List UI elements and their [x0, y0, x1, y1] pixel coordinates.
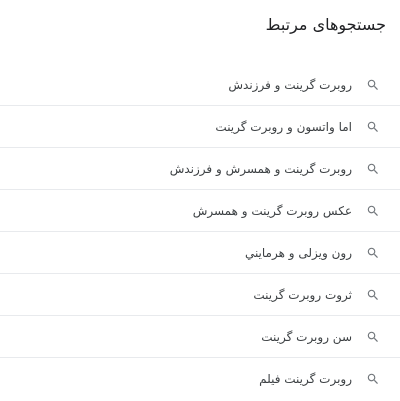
- related-search-label: روبرت گرینت فیلم: [259, 372, 352, 386]
- related-searches-panel: جستجوهای مرتبط روبرت گرینت و فرزندش اما …: [0, 0, 400, 401]
- related-search-label: سن روبرت گرینت: [261, 329, 352, 344]
- related-search-item[interactable]: ثروت روبرت گرینت: [0, 274, 400, 316]
- related-searches-title: جستجوهای مرتبط: [265, 15, 386, 34]
- related-search-item[interactable]: اما واتسون و روبرت گرینت: [0, 106, 400, 148]
- related-search-label: عکس روبرت گرینت و همسرش: [192, 203, 352, 218]
- related-search-item[interactable]: روبرت گرینت و فرزندش: [0, 64, 400, 106]
- search-icon: [366, 372, 380, 386]
- related-searches-list: روبرت گرینت و فرزندش اما واتسون و روبرت …: [0, 64, 400, 400]
- related-search-item[interactable]: رون ویزلی و هرمایني: [0, 232, 400, 274]
- search-icon: [366, 162, 380, 176]
- related-search-item[interactable]: عکس روبرت گرینت و همسرش: [0, 190, 400, 232]
- related-search-item[interactable]: سن روبرت گرینت: [0, 316, 400, 358]
- search-icon: [366, 246, 380, 260]
- related-search-label: رون ویزلی و هرمایني: [244, 245, 352, 260]
- related-search-label: روبرت گرینت و فرزندش: [228, 77, 352, 92]
- related-search-label: اما واتسون و روبرت گرینت: [215, 119, 352, 134]
- search-icon: [366, 120, 380, 134]
- related-search-label: روبرت گرینت و همسرش و فرزندش: [169, 161, 352, 176]
- search-icon: [366, 78, 380, 92]
- search-icon: [366, 204, 380, 218]
- related-search-item[interactable]: روبرت گرینت و همسرش و فرزندش: [0, 148, 400, 190]
- search-icon: [366, 330, 380, 344]
- related-search-item[interactable]: روبرت گرینت فیلم: [0, 358, 400, 400]
- related-search-label: ثروت روبرت گرینت: [253, 287, 352, 302]
- search-icon: [366, 288, 380, 302]
